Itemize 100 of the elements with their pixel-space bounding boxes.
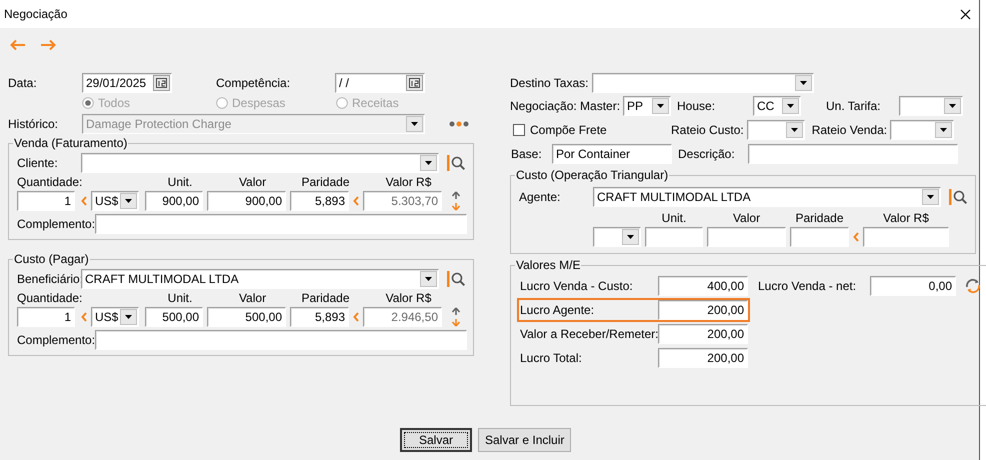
- column-header: Valor: [238, 291, 268, 305]
- field-label: Histórico:: [8, 117, 60, 131]
- group-title: Venda (Faturamento): [13, 136, 128, 150]
- save-button[interactable]: Salvar: [400, 428, 472, 452]
- back-arrow-icon[interactable]: [10, 39, 26, 51]
- dropdown[interactable]: US$: [91, 307, 139, 327]
- column-header: Unit.: [166, 175, 194, 189]
- caret-icon: [120, 309, 137, 325]
- field-label: House:: [677, 99, 716, 113]
- search-icon[interactable]: [447, 154, 467, 172]
- up-down-arrows-icon[interactable]: [451, 307, 461, 327]
- caret-icon: [782, 98, 799, 114]
- field-label: Competência:: [216, 76, 292, 90]
- caret-icon: [406, 116, 423, 132]
- calendar-icon[interactable]: [406, 75, 423, 91]
- input-field[interactable]: 5,893: [290, 191, 349, 211]
- field-label: Un. Tarifa:: [826, 99, 882, 113]
- field-label: Agente:: [519, 190, 562, 204]
- dropdown[interactable]: [899, 96, 963, 116]
- chevron-left-icon[interactable]: [853, 232, 859, 242]
- refresh-icon[interactable]: [964, 278, 982, 294]
- column-header: Valor R$: [384, 175, 432, 189]
- date-field[interactable]: / /: [335, 73, 425, 93]
- field-label: Data:: [8, 76, 38, 90]
- caret-icon: [795, 75, 812, 91]
- column-header: Paridade: [794, 211, 845, 225]
- window-title: Negociação: [4, 7, 68, 21]
- input-field[interactable]: 900,00: [145, 191, 203, 211]
- column-header: Paridade: [300, 291, 351, 305]
- input-field[interactable]: [95, 214, 467, 234]
- dropdown[interactable]: [890, 120, 954, 140]
- caret-icon: [652, 98, 669, 114]
- input-field[interactable]: 200,00: [658, 300, 748, 320]
- field-label: Negociação: Master:: [510, 99, 622, 113]
- input-field[interactable]: 500,00: [207, 307, 286, 327]
- column-header: Valor R$: [882, 211, 930, 225]
- input-field[interactable]: [645, 227, 703, 247]
- input-field[interactable]: 200,00: [658, 324, 748, 344]
- dropdown[interactable]: [81, 153, 439, 173]
- dropdown[interactable]: [593, 227, 641, 247]
- search-icon[interactable]: [447, 270, 467, 288]
- more-icon[interactable]: [449, 121, 469, 127]
- field-label: Beneficiário:: [17, 272, 81, 286]
- input-field[interactable]: 1: [17, 307, 75, 327]
- date-field[interactable]: 29/01/2025: [82, 73, 172, 93]
- field-label: Cliente:: [17, 156, 59, 170]
- input-field[interactable]: 1: [17, 191, 75, 211]
- input-field[interactable]: 900,00: [207, 191, 286, 211]
- caret-icon: [420, 155, 437, 171]
- caret-icon: [120, 193, 137, 209]
- close-icon[interactable]: [960, 8, 971, 20]
- forward-arrow-icon[interactable]: [40, 39, 56, 51]
- input-field[interactable]: Por Container: [552, 144, 672, 164]
- chevron-left-icon[interactable]: [353, 196, 359, 206]
- column-header: Valor: [732, 211, 762, 225]
- input-field[interactable]: [790, 227, 849, 247]
- chevron-left-icon[interactable]: [81, 312, 87, 322]
- caret-icon: [622, 229, 639, 245]
- input-field[interactable]: 0,00: [870, 276, 956, 296]
- input-field[interactable]: [95, 330, 467, 350]
- input-field[interactable]: 200,00: [658, 348, 748, 368]
- calendar-icon[interactable]: [153, 75, 170, 91]
- save-and-add-button[interactable]: Salvar e Incluir: [478, 428, 572, 452]
- caret-icon: [935, 122, 952, 138]
- input-field[interactable]: 400,00: [658, 276, 748, 296]
- caret-icon: [944, 98, 961, 114]
- column-header: Unit.: [166, 291, 194, 305]
- dropdown[interactable]: PP: [623, 96, 671, 116]
- column-header: Quantidade:: [17, 291, 84, 305]
- field-label: Lucro Venda - net:: [758, 279, 858, 293]
- checkbox[interactable]: Compõe Frete: [513, 123, 671, 137]
- search-icon[interactable]: [949, 188, 969, 206]
- up-down-arrows-icon[interactable]: [451, 191, 461, 211]
- field-label: Rateio Venda:: [812, 123, 888, 137]
- input-field[interactable]: [707, 227, 786, 247]
- group-title: Custo (Operação Triangular): [515, 168, 670, 182]
- column-header: Paridade: [300, 175, 351, 189]
- dropdown[interactable]: [746, 120, 805, 140]
- dropdown[interactable]: CRAFT MULTIMODAL LTDA: [81, 269, 439, 289]
- field-label: Rateio Custo:: [671, 123, 744, 137]
- input-field[interactable]: 500,00: [145, 307, 203, 327]
- field-label: Base:: [511, 147, 543, 161]
- field-label: Destino Taxas:: [510, 76, 590, 90]
- column-header: Quantidade:: [17, 175, 84, 189]
- field-label: Valor a Receber/Remeter:: [519, 327, 658, 341]
- group-title: Custo (Pagar): [13, 252, 90, 266]
- dropdown[interactable]: CC: [753, 96, 801, 116]
- chevron-left-icon[interactable]: [81, 196, 87, 206]
- column-header: Unit.: [660, 211, 688, 225]
- input-field[interactable]: [863, 227, 949, 247]
- dropdown[interactable]: US$: [91, 191, 139, 211]
- field-label: Lucro Agente:: [519, 303, 596, 317]
- dropdown[interactable]: CRAFT MULTIMODAL LTDA: [593, 187, 941, 207]
- group-title: Valores M/E: [515, 258, 582, 272]
- field-label: Lucro Total:: [519, 351, 583, 365]
- chevron-left-icon[interactable]: [353, 312, 359, 322]
- dropdown[interactable]: [592, 73, 814, 93]
- input-field[interactable]: [748, 144, 958, 164]
- caret-icon: [420, 271, 437, 287]
- input-field[interactable]: 5,893: [290, 307, 349, 327]
